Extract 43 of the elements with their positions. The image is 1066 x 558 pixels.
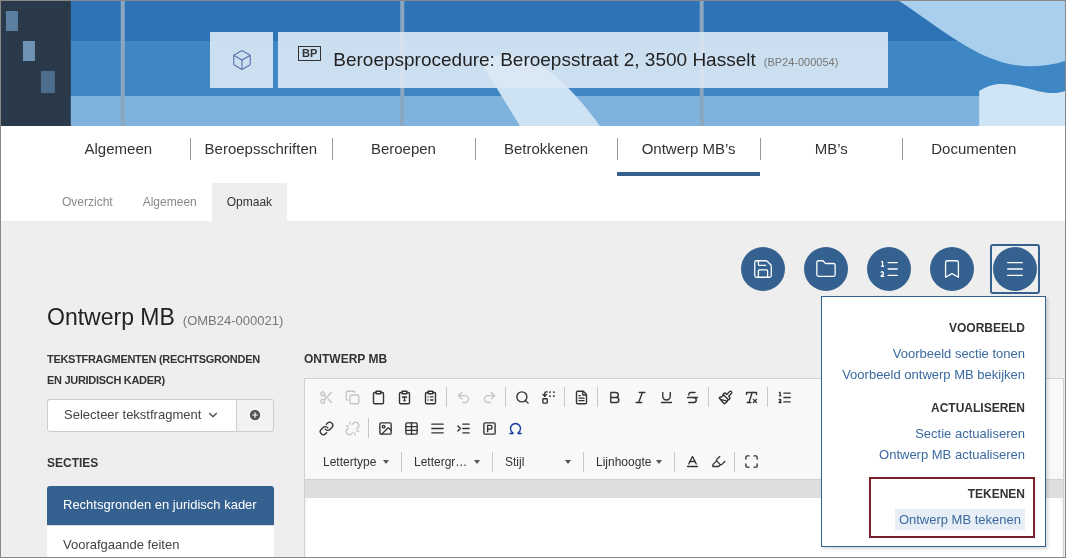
menu-link[interactable]: Voorbeeld ontwerp MB bekijken (842, 364, 1025, 385)
procedure-badge: BP (298, 46, 322, 61)
menu-heading: VOORBEELD (949, 320, 1025, 337)
numbered-list-icon (878, 258, 900, 280)
menu-link[interactable]: Ontwerp MB actualiseren (879, 444, 1025, 465)
add-fragment-button[interactable] (237, 398, 274, 432)
sections-heading: SECTIES (47, 454, 100, 472)
procedure-code: (BP24-000054) (763, 55, 839, 71)
caret-icon (474, 459, 480, 464)
menu-heading: ACTUALISEREN (931, 400, 1025, 417)
caret-icon (656, 459, 662, 464)
fragment-select[interactable]: Selecteer tekstfragment (47, 398, 237, 432)
toolbar-dropdown[interactable]: Lettertype (315, 452, 397, 471)
nav-tab[interactable]: Beroepen (332, 126, 475, 176)
nav-tab[interactable]: MB’s (759, 126, 903, 176)
nav-tab[interactable]: Documenten (902, 126, 1046, 176)
editor-heading: ONTWERP MB (304, 350, 388, 368)
menu-heading: TEKENEN (967, 486, 1025, 503)
page-title: Ontwerp MB (47, 303, 175, 332)
section-item[interactable]: Voorafgaande feiten (47, 525, 274, 557)
nav-tab[interactable]: Betrokkenen (474, 126, 618, 176)
nav-tab[interactable]: Beroepsschriften (189, 126, 333, 176)
sub-tab[interactable]: Algemeen (127, 183, 212, 221)
menu-link[interactable]: Ontwerp MB tekenen (894, 509, 1025, 530)
toolbar-dropdown[interactable]: Lijnhoogte (588, 452, 670, 471)
action-button[interactable] (990, 244, 1040, 294)
menu-link[interactable]: Sectie actualiseren (915, 423, 1025, 444)
folder-icon (815, 258, 837, 280)
caret-icon (565, 459, 571, 464)
procedure-title: Beroepsprocedure: Beroepsstraat 2, 3500 Hasselt (333, 47, 756, 72)
fragments-heading: TEKSTFRAGMENTEN (RECHTSGRONDEN EN JURIDISCH KADER) (47, 351, 261, 388)
save-icon (752, 258, 774, 280)
sub-tab[interactable]: Overzicht (47, 183, 128, 221)
section-item[interactable]: Rechtsgronden en juridisch kader (47, 485, 274, 526)
cube-icon (230, 49, 253, 71)
caret-icon (383, 459, 389, 464)
toolbar-dropdown[interactable]: Stijl (497, 452, 579, 471)
plus-circle-icon (248, 408, 262, 422)
toolbar-dropdown[interactable]: Lettergr… (406, 452, 488, 471)
nav-tab[interactable]: Algemeen (47, 126, 190, 176)
menu-link[interactable]: Voorbeeld sectie tonen (892, 343, 1025, 364)
sub-tab[interactable]: Opmaak (211, 183, 288, 221)
page-code: (OMB24-000021) (182, 312, 284, 330)
